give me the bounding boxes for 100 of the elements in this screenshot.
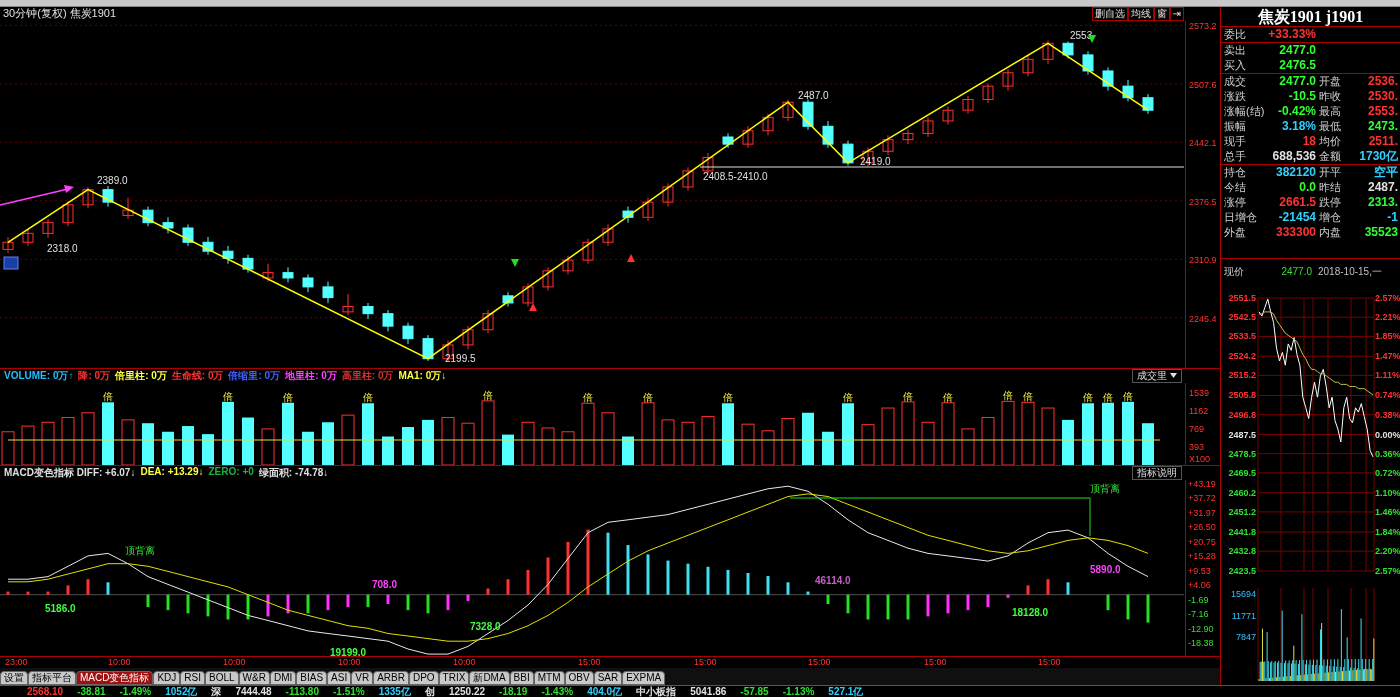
indicator-tab[interactable]: OBV <box>564 670 594 685</box>
price-axis-label: 2507.6 <box>1189 79 1217 90</box>
volume-type-dropdown[interactable]: 成交里 <box>1132 368 1182 383</box>
candlestick <box>422 334 434 362</box>
intraday-volume-label: 15694 <box>1230 588 1256 599</box>
macd-legend-item: ZERO: +0 <box>208 465 254 479</box>
quote-value: 2553. <box>1366 104 1398 119</box>
volume-legend-item: VOLUME: 0万↑ <box>4 368 74 383</box>
quote-value: 2511. <box>1367 134 1398 149</box>
candlestick <box>402 321 414 345</box>
area-value-label: 46114.0 <box>815 574 851 586</box>
quote-label: 总手 <box>1224 148 1247 164</box>
intraday-percent-label: 1.84% <box>1375 526 1400 537</box>
indicator-tab[interactable]: VR <box>351 670 374 685</box>
price-axis-label: 2310.9 <box>1189 255 1217 265</box>
bar <box>242 417 254 465</box>
quote-label: 涨跌 <box>1224 88 1247 104</box>
indicator-tab[interactable]: DMI <box>269 670 297 685</box>
indicator-tab[interactable]: MACD变色指标 <box>76 670 154 685</box>
quote-label: 买入 <box>1224 57 1247 73</box>
indicator-tab[interactable]: 设置 <box>0 670 28 685</box>
intraday-percent-label: 0.72% <box>1375 467 1400 478</box>
macd-axis-label: +31.97 <box>1188 507 1216 518</box>
bar <box>1001 400 1015 465</box>
indicator-tab[interactable]: SAR <box>593 670 623 685</box>
down-arrow-icon <box>511 258 519 267</box>
bar <box>581 402 595 465</box>
volume-mark-label: 倍 <box>1123 390 1133 402</box>
candlestick <box>382 309 394 332</box>
intraday-price-label: 2524.2 <box>1228 350 1256 361</box>
candlestick <box>682 166 694 191</box>
quote-label: 昨收 <box>1319 88 1342 104</box>
indicator-tab[interactable]: ARBR <box>373 670 409 685</box>
quote-label: 涨幅(结) <box>1224 103 1266 119</box>
intraday-percent-label: 1.10% <box>1375 487 1400 498</box>
candlestick <box>582 237 594 264</box>
candlestick <box>282 266 294 283</box>
pivot-price-label: 2199.5 <box>445 352 476 364</box>
indicator-tab[interactable]: RSI <box>180 670 206 685</box>
intraday-price-label: 2487.5 <box>1228 429 1256 440</box>
volume-mark-label: 倍 <box>483 389 493 401</box>
indicator-tab[interactable]: 指标平台 <box>28 670 76 685</box>
quote-label: 卖出 <box>1224 42 1247 58</box>
macd-axis-label: +15.28 <box>1188 550 1216 561</box>
quote-value: 2476.5 <box>1278 58 1316 73</box>
macd-legend-item: 绿面积: -74.78↓ <box>258 465 329 480</box>
status-bar-value: -113.80 <box>285 685 319 697</box>
indicator-tab[interactable]: DPO <box>408 670 439 685</box>
bar <box>202 433 214 465</box>
quote-label: 均价 <box>1319 133 1342 149</box>
candlestick <box>542 266 554 291</box>
quote-value: 35523 <box>1363 225 1398 240</box>
time-axis-label: 10:00 <box>108 657 131 668</box>
quote-label: 内盘 <box>1319 224 1342 240</box>
candlestick <box>522 282 534 307</box>
candlestick <box>1042 39 1054 64</box>
status-bar-value: 中小板指 <box>636 685 677 697</box>
quote-label: 开平 <box>1319 164 1342 180</box>
indicator-help-button[interactable]: 指标说明 <box>1132 465 1182 480</box>
intraday-percent-label: 0.00% <box>1375 429 1400 440</box>
indicator-tab[interactable]: MTM <box>533 670 565 685</box>
indicator-tab[interactable]: 新DMA <box>469 670 510 685</box>
intraday-price-label: 2478.5 <box>1228 448 1256 459</box>
divergence-label: 顶背离 <box>1090 482 1120 494</box>
quote-value: -10.5 <box>1287 89 1316 104</box>
intraday-price-label: 2505.8 <box>1228 390 1256 401</box>
candlestick <box>922 116 934 138</box>
volume-mark-label: 倍 <box>723 391 733 403</box>
quote-value: 3.18% <box>1280 119 1316 134</box>
bar <box>481 400 495 465</box>
quote-value: -21454 <box>1277 210 1316 225</box>
area-value-label: 708.0 <box>372 578 398 590</box>
bar <box>1041 407 1055 465</box>
volume-mark-label: 倍 <box>843 391 853 403</box>
time-axis-label: 10:00 <box>223 657 246 668</box>
volume-axis-label: 393 <box>1189 442 1205 452</box>
quote-value: 333300 <box>1274 225 1316 240</box>
intraday-percent-label: 2.20% <box>1375 545 1400 556</box>
bar <box>182 425 194 465</box>
status-bar-value: 7444.48 <box>235 685 272 697</box>
volume-legend-item: 生命线: 0万 <box>171 368 224 383</box>
indicator-tab[interactable]: BBI <box>509 670 534 685</box>
intraday-percent-label: 0.36% <box>1375 448 1400 459</box>
macd-axis-label: -18.38 <box>1188 637 1214 648</box>
indicator-tab[interactable]: TRIX <box>438 670 470 685</box>
quote-datetime: 2018-10-15,一 <box>1318 264 1382 279</box>
intraday-percent-label: 2.21% <box>1375 311 1400 322</box>
volume-legend-item: 倍里柱: 0万 <box>115 368 167 383</box>
quote-value: 2661.5 <box>1278 195 1316 210</box>
indicator-tab[interactable]: BIAS <box>296 670 328 685</box>
quote-label: 今结 <box>1224 179 1247 195</box>
indicator-tab[interactable]: W&R <box>238 670 270 685</box>
indicator-tab[interactable]: EXPMA <box>622 670 666 685</box>
intraday-price-label: 2460.2 <box>1228 487 1256 498</box>
indicator-tab[interactable]: KDJ <box>153 670 181 685</box>
candlestick <box>982 82 994 104</box>
indicator-tab[interactable]: ASI <box>327 670 352 685</box>
bar <box>622 436 634 465</box>
indicator-tab[interactable]: BOLL <box>205 670 239 685</box>
bar <box>761 429 775 465</box>
